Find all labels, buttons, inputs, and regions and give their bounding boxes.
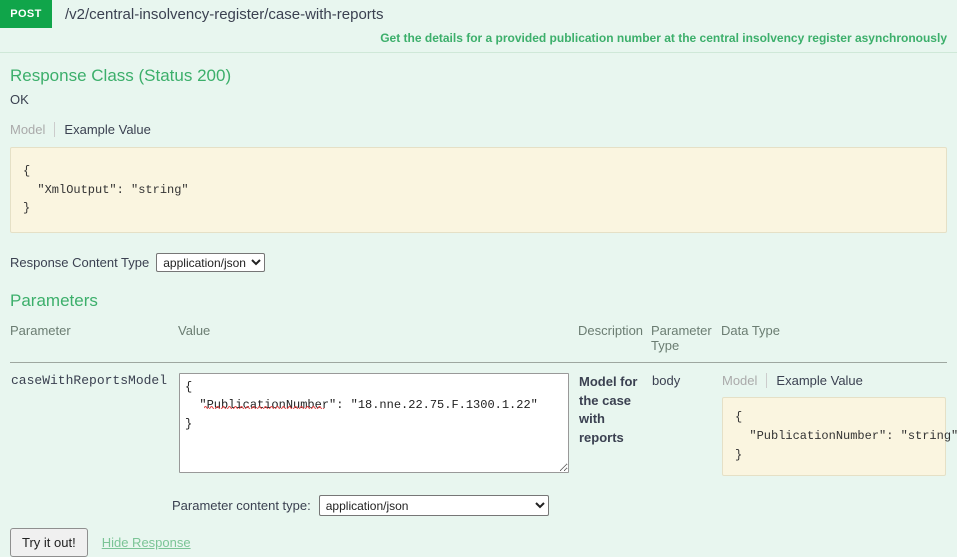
- hide-response-link[interactable]: Hide Response: [102, 535, 191, 550]
- operation-header[interactable]: POST /v2/central-insolvency-register/cas…: [0, 0, 957, 28]
- tab-example-value[interactable]: Example Value: [55, 122, 159, 137]
- response-example-value-code: { "XmlOutput": "string" }: [10, 147, 947, 233]
- parameter-description: Model for the case with reports: [579, 373, 638, 446]
- data-type-example-value-code: { "PublicationNumber": "string" }: [722, 396, 957, 477]
- operation-path[interactable]: /v2/central-insolvency-register/case-wit…: [52, 0, 957, 28]
- operation-actions: Try it out! Hide Response: [10, 528, 947, 557]
- column-header-parameter: Parameter: [10, 322, 178, 363]
- parameter-content-type-select[interactable]: application/json: [318, 495, 549, 517]
- parameter-type: body: [652, 372, 681, 388]
- parameter-body-input[interactable]: [179, 372, 569, 473]
- table-row: caseWithReportsModel Model for the case …: [10, 362, 957, 477]
- parameter-data-type-cell: Model Example Value { "PublicationNumber…: [721, 362, 957, 477]
- data-type-tab-model[interactable]: Model: [722, 373, 766, 388]
- response-class-tabs: Model Example Value: [10, 122, 947, 137]
- parameter-content-type-label: Parameter content type:: [172, 498, 311, 514]
- parameters-table: Parameter Value Description Parameter Ty…: [10, 322, 957, 478]
- operation-body: Response Class (Status 200) OK Model Exa…: [0, 66, 957, 557]
- column-header-parameter-type: Parameter Type: [651, 322, 721, 363]
- column-header-data-type: Data Type: [721, 322, 947, 363]
- response-status-text: OK: [10, 92, 29, 107]
- data-type-tabs: Model Example Value: [722, 372, 946, 388]
- parameter-value-cell: [178, 362, 578, 477]
- header-divider: [0, 52, 957, 53]
- column-header-description: Description: [578, 322, 651, 363]
- response-content-type-select[interactable]: application/json: [156, 252, 266, 272]
- data-type-tab-example-value[interactable]: Example Value: [767, 373, 871, 388]
- parameter-name: caseWithReportsModel: [11, 372, 168, 388]
- parameters-title: Parameters: [10, 290, 98, 310]
- http-method-badge: POST: [0, 0, 52, 28]
- try-it-out-button[interactable]: Try it out!: [10, 528, 88, 557]
- column-header-value: Value: [178, 322, 578, 363]
- response-content-type-row: Response Content Type application/json: [10, 252, 947, 272]
- response-content-type-label: Response Content Type: [10, 254, 150, 270]
- parameter-content-type-row: Parameter content type: application/json: [10, 495, 947, 517]
- parameters-header-row: Parameter Value Description Parameter Ty…: [10, 322, 947, 363]
- tab-model[interactable]: Model: [10, 122, 54, 137]
- response-class-title: Response Class (Status 200): [10, 66, 232, 85]
- operation-summary: Get the details for a provided publicati…: [380, 31, 947, 45]
